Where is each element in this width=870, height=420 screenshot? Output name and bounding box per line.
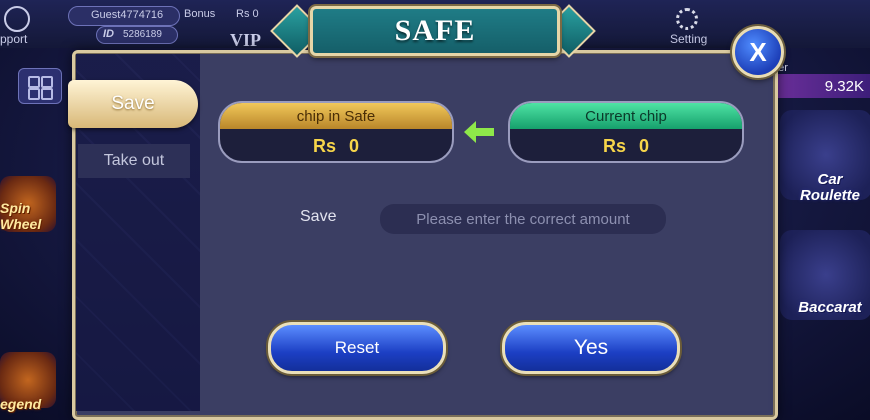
vip-label: VIP xyxy=(230,30,261,50)
player-name: Guest4774716 xyxy=(91,9,164,21)
current-chip-value: Rs 0 xyxy=(602,135,650,156)
tab-take-out[interactable]: Take out xyxy=(78,144,190,178)
amount-input[interactable] xyxy=(380,204,666,234)
support-label[interactable]: pport xyxy=(0,32,27,46)
balance-value: 9.32K xyxy=(824,78,864,95)
spin-wheel-label: Spin Wheel xyxy=(0,200,42,232)
balance-bar: 9.32K xyxy=(774,74,870,98)
chip-in-safe-panel: chip in Safe Rs 0 xyxy=(218,101,454,163)
id-value: 5286189 xyxy=(123,29,162,40)
menu-grid-icon[interactable] xyxy=(18,68,62,104)
reset-button-label: Reset xyxy=(334,338,380,357)
dialog-title: SAFE xyxy=(394,14,476,47)
close-icon: X xyxy=(749,36,767,67)
gear-icon[interactable] xyxy=(676,8,698,30)
tab-save[interactable]: Save xyxy=(68,80,198,128)
tab-save-label: Save xyxy=(111,93,155,114)
id-prefix: ID xyxy=(103,28,114,40)
player-name-pill: Guest4774716 xyxy=(68,6,180,26)
settings-label[interactable]: Setting xyxy=(670,32,707,46)
yes-button[interactable]: Yes xyxy=(502,322,680,374)
support-icon[interactable] xyxy=(4,6,30,32)
yes-button-label: Yes xyxy=(573,336,609,359)
save-amount-label: Save xyxy=(300,208,337,225)
baccarat-label: Baccarat xyxy=(798,299,862,316)
current-chip-panel: Current chip Rs 0 xyxy=(508,101,744,163)
tab-take-out-label: Take out xyxy=(103,152,165,169)
current-chip-caption: Current chip xyxy=(510,103,742,129)
player-id-pill: ID 5286189 xyxy=(96,26,178,44)
chip-in-safe-value: Rs 0 xyxy=(312,135,360,156)
arrow-left-icon xyxy=(464,121,494,143)
legend-label: egend xyxy=(0,396,42,412)
reset-button[interactable]: Reset xyxy=(268,322,446,374)
bonus-value: Rs 0 xyxy=(236,8,259,20)
dialog-header: SAFE xyxy=(310,6,560,56)
chip-in-safe-caption: chip in Safe xyxy=(220,103,452,129)
car-roulette-label: Car Roulette xyxy=(800,171,860,204)
close-button[interactable]: X xyxy=(732,26,784,78)
bonus-label: Bonus xyxy=(184,8,216,20)
